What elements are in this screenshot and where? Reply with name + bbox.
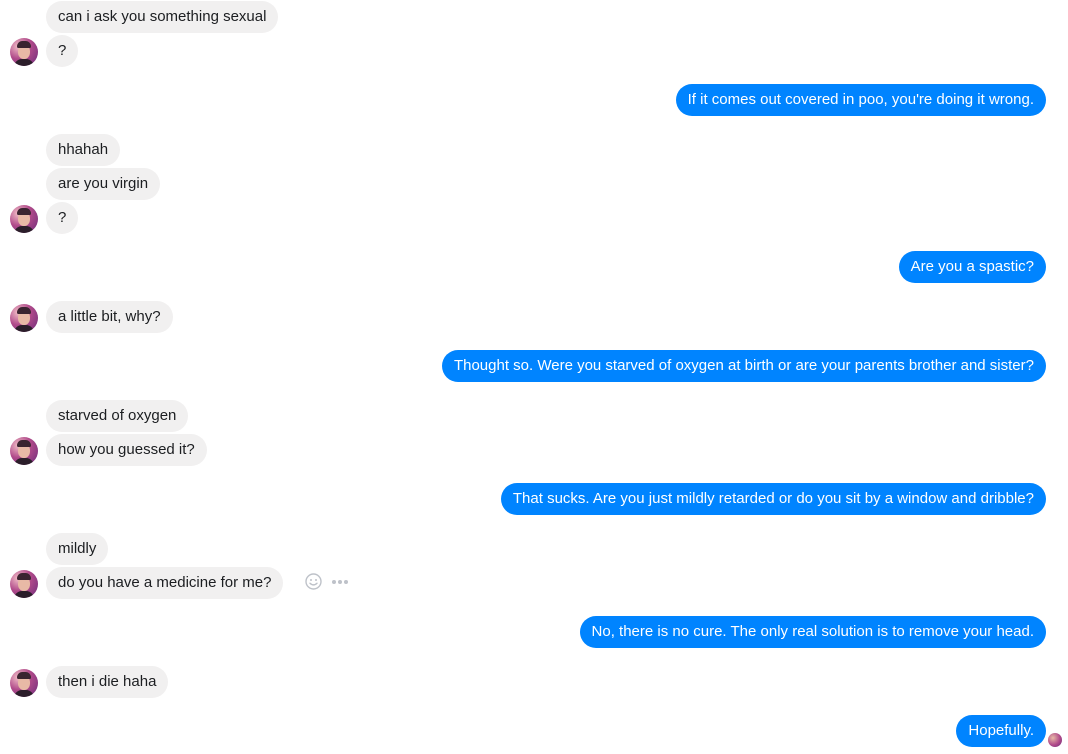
message-incoming[interactable]: ? (46, 202, 79, 234)
seen-avatar (1048, 733, 1062, 747)
message-outgoing[interactable]: No, there is no cure. The only real solu… (579, 616, 1046, 648)
contact-avatar[interactable] (10, 669, 38, 697)
contact-avatar[interactable] (10, 304, 38, 332)
more-options-icon[interactable] (331, 577, 349, 587)
avatar-shirt (14, 325, 34, 332)
avatar-shirt (14, 591, 34, 598)
avatar-hair (17, 307, 31, 314)
avatar-shirt (14, 690, 34, 697)
avatar-hair (17, 41, 31, 48)
avatar-shirt (14, 226, 34, 233)
contact-avatar[interactable] (10, 205, 38, 233)
contact-avatar[interactable] (10, 437, 38, 465)
avatar-hair (17, 573, 31, 580)
message-incoming[interactable]: mildly (46, 533, 109, 565)
chat-thread: can i ask you something sexual ? If it c… (0, 0, 1068, 754)
message-incoming[interactable]: then i die haha (46, 666, 169, 698)
message-outgoing[interactable]: If it comes out covered in poo, you're d… (675, 84, 1046, 116)
message-incoming[interactable]: starved of oxygen (46, 400, 189, 432)
message-incoming[interactable]: how you guessed it? (46, 434, 207, 466)
message-incoming[interactable]: hhahah (46, 134, 121, 166)
message-outgoing[interactable]: Thought so. Were you starved of oxygen a… (441, 350, 1046, 382)
contact-avatar[interactable] (10, 570, 38, 598)
message-incoming[interactable]: do you have a medicine for me? (46, 567, 284, 599)
avatar-hair (17, 440, 31, 447)
message-outgoing[interactable]: Are you a spastic? (898, 251, 1046, 283)
message-incoming[interactable]: can i ask you something sexual (46, 1, 279, 33)
message-outgoing[interactable]: That sucks. Are you just mildly retarded… (500, 483, 1046, 515)
message-outgoing[interactable]: Hopefully. (956, 715, 1046, 747)
message-incoming[interactable]: are you virgin (46, 168, 161, 200)
avatar-shirt (14, 59, 34, 66)
message-incoming[interactable]: a little bit, why? (46, 301, 173, 333)
message-incoming[interactable]: ? (46, 35, 79, 67)
smiley-face-icon[interactable] (305, 573, 322, 590)
contact-avatar[interactable] (10, 38, 38, 66)
avatar-shirt (14, 458, 34, 465)
avatar-hair (17, 672, 31, 679)
avatar-hair (17, 208, 31, 215)
